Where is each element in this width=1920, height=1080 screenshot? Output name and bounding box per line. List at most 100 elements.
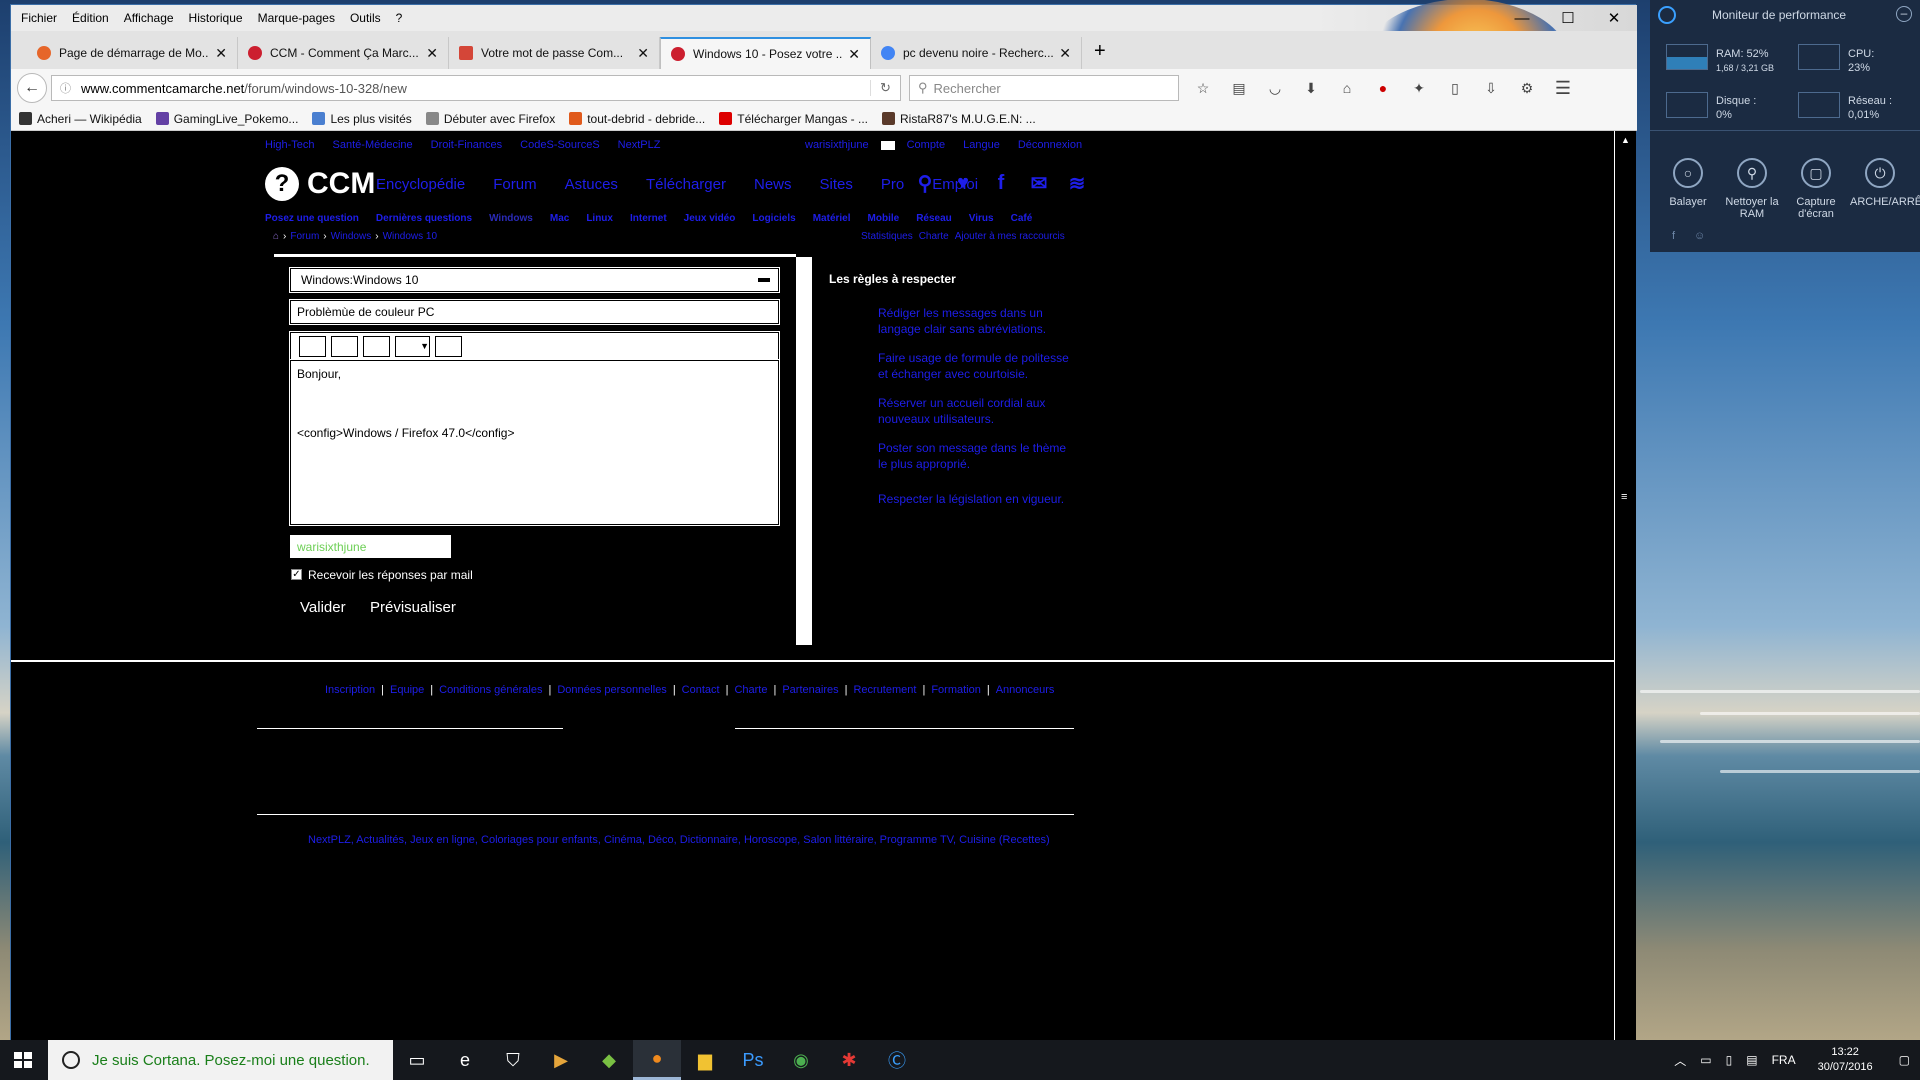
nav-astuces[interactable]: Astuces (565, 176, 618, 193)
maximize-button[interactable]: ☐ (1545, 5, 1591, 31)
close-tab-icon[interactable]: ✕ (637, 45, 649, 62)
bookmark[interactable]: Acheri — Wikipédia (19, 112, 142, 126)
footer-link[interactable]: Contact (682, 684, 720, 696)
subnav-linux[interactable]: Linux (586, 213, 613, 224)
menu-edition[interactable]: Édition (72, 11, 109, 25)
bookmark[interactable]: Les plus visités (312, 112, 412, 126)
breadcrumb-windows10[interactable]: Windows 10 (383, 231, 437, 242)
tab[interactable]: CCM - Comment Ça Marc... ✕ (238, 37, 449, 69)
ccleaner-taskbar-icon[interactable]: Ⓒ (873, 1040, 921, 1080)
link-codes-sources[interactable]: CodeS-SourceS (520, 139, 600, 151)
bookmark-star-icon[interactable]: ☆ (1189, 75, 1217, 101)
tab[interactable]: Page de démarrage de Mo... ✕ (27, 37, 238, 69)
menu-affichage[interactable]: Affichage (124, 11, 174, 25)
link-nextplz[interactable]: NextPLZ (618, 139, 661, 151)
charter-link[interactable]: Charte (919, 231, 949, 242)
account-link[interactable]: Compte (907, 139, 946, 151)
mail-icon[interactable] (880, 140, 895, 150)
subject-input[interactable]: Problèmùe de couleur PC (289, 299, 780, 325)
reading-list-icon[interactable]: ▤ (1225, 75, 1253, 101)
downloads-icon[interactable]: ⇩ (1477, 75, 1505, 101)
link-droit[interactable]: Droit-Finances (431, 139, 503, 151)
firefox-taskbar-icon[interactable]: ● (633, 1040, 681, 1080)
cortana-search[interactable]: Je suis Cortana. Posez-moi une question. (48, 1040, 393, 1080)
footer-link[interactable]: Annonceurs (996, 684, 1055, 696)
new-tab-button[interactable]: + (1094, 40, 1106, 63)
home-icon[interactable]: ⌂ (1333, 75, 1361, 101)
sweep-button[interactable]: ○ Balayer (1658, 158, 1718, 220)
footer-link[interactable]: Charte (734, 684, 767, 696)
subnav-hardware[interactable]: Matériel (813, 213, 851, 224)
media-player-icon[interactable]: ▶ (537, 1040, 585, 1080)
subnav-ask[interactable]: Posez une question (265, 213, 359, 224)
menu-historique[interactable]: Historique (189, 11, 243, 25)
subnav-internet[interactable]: Internet (630, 213, 667, 224)
chrome-icon[interactable]: ◉ (777, 1040, 825, 1080)
bookmark[interactable]: Télécharger Mangas - ... (719, 112, 868, 126)
scrollbar-thumb[interactable]: ≡ (1621, 491, 1627, 503)
footer-link[interactable]: Formation (931, 684, 981, 696)
game-icon[interactable]: ✱ (825, 1040, 873, 1080)
tab[interactable]: Votre mot de passe Com... ✕ (449, 37, 660, 69)
menu-fichier[interactable]: Fichier (21, 11, 57, 25)
close-tab-icon[interactable]: ✕ (1059, 45, 1071, 62)
battery-icon[interactable]: ▯ (1726, 1053, 1733, 1067)
vertical-scrollbar[interactable]: ▲ ≡ (1614, 131, 1636, 1041)
subnav-network[interactable]: Réseau (916, 213, 952, 224)
pocket-icon[interactable]: ◡ (1261, 75, 1289, 101)
hamburger-menu-icon[interactable]: ☰ (1549, 75, 1577, 101)
close-tab-icon[interactable]: ✕ (848, 46, 860, 63)
submit-button[interactable]: Valider (300, 599, 346, 616)
logout-link[interactable]: Déconnexion (1018, 139, 1082, 151)
collapse-icon[interactable]: – (1896, 6, 1912, 22)
extension-icon[interactable]: ✦ (1405, 75, 1433, 101)
subnav-latest[interactable]: Dernières questions (376, 213, 472, 224)
windows-start-icon[interactable] (14, 1052, 32, 1068)
clean-ram-button[interactable]: ⚲ Nettoyer la RAM (1722, 158, 1782, 220)
subnav-windows[interactable]: Windows (489, 213, 533, 224)
footer-link[interactable]: Données personnelles (557, 684, 666, 696)
bluestacks-icon[interactable]: ◆ (585, 1040, 633, 1080)
footer-link[interactable]: Recrutement (853, 684, 916, 696)
preview-button[interactable]: Prévisualiser (370, 599, 456, 616)
file-explorer-icon[interactable]: ▆ (681, 1040, 729, 1080)
category-select[interactable]: Windows:Windows 10 (289, 267, 780, 293)
language-link[interactable]: Langue (963, 139, 1000, 151)
back-button[interactable]: ← (17, 73, 47, 103)
username-link[interactable]: warisixthjune (805, 139, 869, 151)
bookmark[interactable]: tout-debrid - debride... (569, 112, 705, 126)
subnav-software[interactable]: Logiciels (752, 213, 795, 224)
search-engine-icon[interactable]: ⚲ (918, 80, 928, 96)
facebook-icon[interactable]: f (989, 171, 1013, 195)
underline-button[interactable] (363, 335, 390, 357)
nav-forum[interactable]: Forum (493, 176, 536, 193)
nav-telecharger[interactable]: Télécharger (646, 176, 726, 193)
photoshop-icon[interactable]: Ps (729, 1040, 777, 1080)
tray-expand-icon[interactable]: ︿ (1674, 1052, 1686, 1069)
task-view-icon[interactable]: ▭ (393, 1040, 441, 1080)
reload-icon[interactable]: ↻ (870, 80, 900, 96)
info-icon[interactable]: ⓘ (60, 80, 71, 96)
action-center-icon[interactable]: ▢ (1899, 1053, 1910, 1067)
nav-sites[interactable]: Sites (820, 176, 853, 193)
close-tab-icon[interactable]: ✕ (215, 45, 227, 62)
minimize-button[interactable]: — (1499, 5, 1545, 31)
rss-icon[interactable]: ≋ (1065, 171, 1089, 195)
shutdown-button[interactable]: ⏻ ARCHE/ARRÊ (1850, 158, 1920, 220)
format-dropdown[interactable]: ▼ (395, 335, 430, 357)
username-field[interactable]: warisixthjune (290, 535, 451, 558)
bold-button[interactable] (299, 335, 326, 357)
ccm-logo[interactable]: ? CCM (265, 167, 375, 201)
clock[interactable]: 13:22 30/07/2016 (1818, 1045, 1873, 1075)
close-tab-icon[interactable]: ✕ (426, 45, 438, 62)
tab[interactable]: pc devenu noire - Recherc... ✕ (871, 37, 1082, 69)
mail-icon[interactable]: ✉ (1027, 171, 1051, 195)
nav-news[interactable]: News (754, 176, 792, 193)
code-button[interactable] (435, 335, 462, 357)
italic-button[interactable] (331, 335, 358, 357)
adblock-icon[interactable]: ● (1369, 75, 1397, 101)
notify-checkbox[interactable]: ✓ (291, 569, 302, 580)
close-window-button[interactable]: ✕ (1591, 5, 1637, 31)
bookmark[interactable]: RistaR87's M.U.G.E.N: ... (882, 112, 1036, 126)
subnav-cafe[interactable]: Café (1011, 213, 1033, 224)
